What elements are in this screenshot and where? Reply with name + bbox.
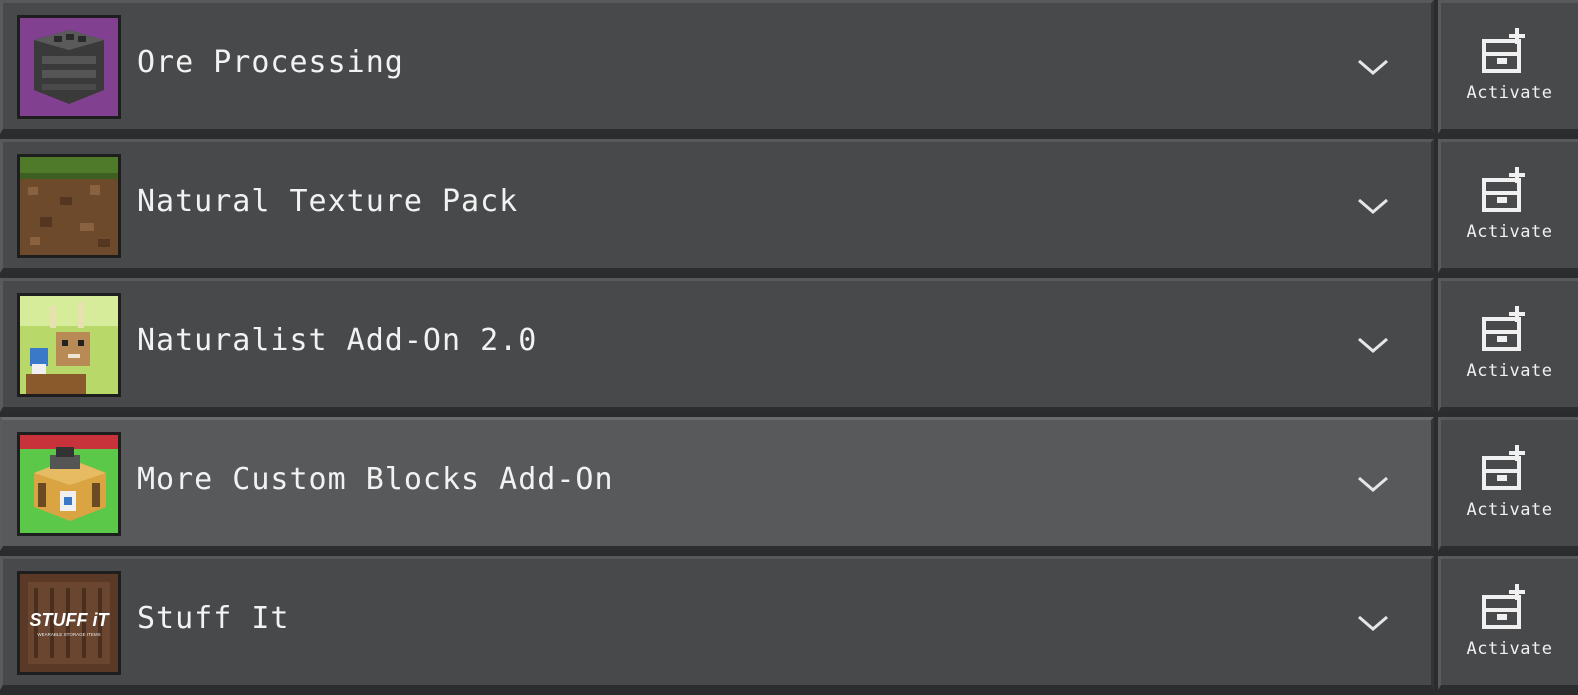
add-pack-icon — [1482, 445, 1525, 490]
pack-title: Ore Processing — [137, 45, 404, 80]
activate-label: Activate — [1466, 500, 1553, 520]
thumbnail-title-text: STUFF iT — [30, 610, 111, 630]
add-pack-icon — [1482, 584, 1525, 629]
pack-title: Naturalist Add-On 2.0 — [137, 323, 538, 358]
pack-title: Stuff It — [137, 601, 290, 636]
activate-label: Activate — [1466, 361, 1553, 381]
pack-row-details[interactable]: Naturalist Add-On 2.0 — [0, 278, 1434, 412]
chevron-down-icon[interactable] — [1356, 333, 1390, 357]
stuff-it-thumbnail: STUFF iT WEARABLE STORAGE ITEMS — [17, 571, 121, 675]
activate-label: Activate — [1466, 83, 1553, 103]
chevron-down-icon[interactable] — [1356, 55, 1390, 79]
pack-row: Ore Processing Activate — [0, 0, 1578, 134]
activate-button[interactable]: Activate — [1438, 417, 1578, 551]
pack-row: Naturalist Add-On 2.0 Activate — [0, 278, 1578, 412]
activate-button[interactable]: Activate — [1438, 278, 1578, 412]
pack-row-details[interactable]: Ore Processing — [0, 0, 1434, 134]
activate-button[interactable]: Activate — [1438, 0, 1578, 134]
activate-button[interactable]: Activate — [1438, 556, 1578, 690]
activate-button[interactable]: Activate — [1438, 139, 1578, 273]
resource-pack-list: Ore Processing Activate Natural Texture … — [0, 0, 1578, 695]
add-pack-icon — [1482, 28, 1525, 73]
pack-row-details[interactable]: More Custom Blocks Add-On — [0, 417, 1434, 551]
pack-row-details[interactable]: STUFF iT WEARABLE STORAGE ITEMS Stuff It — [0, 556, 1434, 690]
activate-label: Activate — [1466, 222, 1553, 242]
activate-label: Activate — [1466, 639, 1553, 659]
pack-row: Natural Texture Pack Activate — [0, 139, 1578, 273]
pack-title: Natural Texture Pack — [137, 184, 519, 219]
add-pack-icon — [1482, 167, 1525, 212]
natural-texture-thumbnail — [17, 154, 121, 258]
thumbnail-subtitle-text: WEARABLE STORAGE ITEMS — [37, 632, 100, 637]
pack-row: STUFF iT WEARABLE STORAGE ITEMS Stuff It… — [0, 556, 1578, 690]
chevron-down-icon[interactable] — [1356, 611, 1390, 635]
ore-processing-thumbnail — [17, 15, 121, 119]
pack-row: More Custom Blocks Add-On Activate — [0, 417, 1578, 551]
chevron-down-icon[interactable] — [1356, 472, 1390, 496]
custom-blocks-thumbnail — [17, 432, 121, 536]
add-pack-icon — [1482, 306, 1525, 351]
naturalist-thumbnail — [17, 293, 121, 397]
chevron-down-icon[interactable] — [1356, 194, 1390, 218]
pack-title: More Custom Blocks Add-On — [137, 462, 614, 497]
pack-row-details[interactable]: Natural Texture Pack — [0, 139, 1434, 273]
